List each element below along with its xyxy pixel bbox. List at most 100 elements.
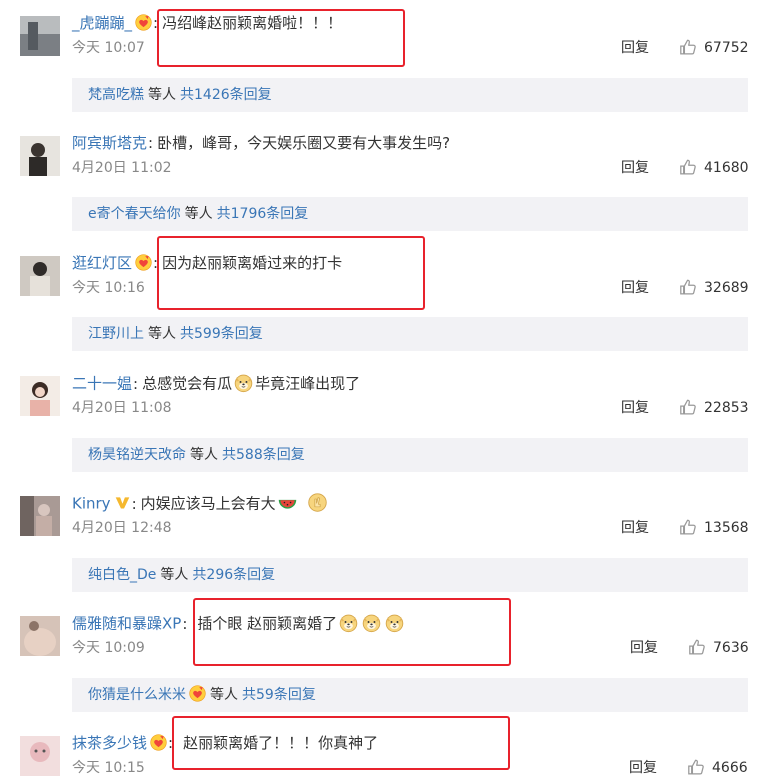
comment-time: 今天 10:07 bbox=[72, 40, 145, 56]
comment-text: 冯绍峰赵丽颖离婚啦！！！ bbox=[162, 14, 343, 32]
like-count: 67752 bbox=[704, 40, 749, 56]
thumbs-up-icon bbox=[687, 758, 705, 776]
thumbs-up-icon bbox=[679, 278, 697, 296]
username-link[interactable]: 逛红灯区 bbox=[72, 254, 132, 272]
heart-badge-icon bbox=[150, 734, 167, 751]
reply-user-link[interactable]: e寄个春天给你 bbox=[88, 206, 181, 222]
avatar[interactable] bbox=[20, 736, 60, 776]
like-button[interactable]: 4666 bbox=[687, 756, 748, 780]
reply-count-link[interactable]: 共296条回复 bbox=[192, 567, 275, 583]
peace-emoji-icon bbox=[307, 492, 328, 513]
like-button[interactable]: 41680 bbox=[679, 156, 749, 180]
reply-button[interactable]: 回复 bbox=[621, 518, 649, 538]
thumbs-up-icon bbox=[688, 638, 706, 656]
reply-button[interactable]: 回复 bbox=[621, 278, 649, 298]
reply-user-link[interactable]: 你猜是什么米米 bbox=[88, 687, 186, 703]
doge-emoji-icon bbox=[384, 612, 405, 633]
comment-text: 总感觉会有瓜 bbox=[142, 374, 233, 393]
reply-button[interactable]: 回复 bbox=[629, 758, 657, 778]
comment-item: _虎蹦蹦_: 冯绍峰赵丽颖离婚啦！！！ 今天 10:07 回复 67752 梵高吃… bbox=[0, 0, 760, 120]
reply-button[interactable]: 回复 bbox=[630, 638, 658, 658]
heart-badge-icon bbox=[189, 685, 206, 702]
comment-item: 二十一媪: 总感觉会有瓜 毕竟汪峰出现了 4月20日 11:08 回复 22853 … bbox=[0, 360, 760, 480]
like-count: 41680 bbox=[704, 160, 749, 176]
like-button[interactable]: 67752 bbox=[679, 36, 749, 60]
reply-summary[interactable]: 纯白色_De 等人 共296条回复 bbox=[72, 558, 748, 592]
heart-badge-icon bbox=[135, 14, 152, 31]
like-count: 22853 bbox=[704, 400, 749, 416]
like-button[interactable]: 32689 bbox=[679, 276, 749, 300]
like-count: 32689 bbox=[704, 280, 749, 296]
comment-text: 毕竟汪峰出现了 bbox=[255, 374, 361, 393]
avatar[interactable] bbox=[20, 16, 60, 56]
thumbs-up-icon bbox=[679, 398, 697, 416]
comment-line: 阿宾斯塔克: 卧槽，峰哥，今天娱乐圈又要有大事发生吗? bbox=[72, 134, 451, 152]
reply-count-link[interactable]: 共59条回复 bbox=[242, 687, 316, 703]
reply-count-link[interactable]: 共588条回复 bbox=[222, 447, 305, 463]
like-count: 7636 bbox=[713, 640, 749, 656]
comment-time: 4月20日 11:08 bbox=[72, 400, 172, 416]
thumbs-up-icon bbox=[679, 38, 697, 56]
username-link[interactable]: _虎蹦蹦_ bbox=[72, 14, 132, 32]
comment-time: 4月20日 12:48 bbox=[72, 520, 172, 536]
reply-user-link[interactable]: 纯白色_De bbox=[88, 567, 156, 583]
username-link[interactable]: 二十一媪 bbox=[72, 375, 132, 393]
reply-user-link[interactable]: 江野川上 bbox=[88, 326, 144, 342]
reply-summary[interactable]: 梵高吃糕 等人 共1426条回复 bbox=[72, 78, 748, 112]
comment-item: Kinry: 内娱应该马上会有大 4月20日 12:48 回复 13568 纯白色… bbox=[0, 480, 760, 600]
like-count: 4666 bbox=[712, 760, 748, 776]
reply-summary[interactable]: 杨昊铭逆天改命 等人 共588条回复 bbox=[72, 438, 748, 472]
comment-line: 二十一媪: 总感觉会有瓜 毕竟汪峰出现了 bbox=[72, 372, 360, 394]
watermelon-emoji-icon bbox=[277, 492, 298, 513]
avatar[interactable] bbox=[20, 376, 60, 416]
doge-emoji-icon bbox=[361, 612, 382, 633]
reply-count-link[interactable]: 共599条回复 bbox=[180, 326, 263, 342]
comment-text: 插个眼 赵丽颖离婚了 bbox=[197, 614, 338, 633]
comment-item: 儒雅随和暴躁XP: 插个眼 赵丽颖离婚了 今天 10:09 回复 7636 你猜是… bbox=[0, 600, 760, 720]
reply-summary[interactable]: 江野川上 等人 共599条回复 bbox=[72, 317, 748, 351]
like-count: 13568 bbox=[704, 520, 749, 536]
thumbs-up-icon bbox=[679, 158, 697, 176]
comment-text: 卧槽，峰哥，今天娱乐圈又要有大事发生吗? bbox=[157, 134, 451, 152]
avatar[interactable] bbox=[20, 136, 60, 176]
reply-count-link[interactable]: 共1796条回复 bbox=[217, 206, 309, 222]
username-link[interactable]: 儒雅随和暴躁XP bbox=[72, 615, 181, 633]
reply-button[interactable]: 回复 bbox=[621, 38, 649, 58]
like-button[interactable]: 13568 bbox=[679, 516, 749, 540]
avatar[interactable] bbox=[20, 496, 60, 536]
comment-time: 今天 10:09 bbox=[72, 640, 145, 656]
comment-text: 内娱应该马上会有大 bbox=[140, 494, 276, 513]
doge-emoji-icon bbox=[233, 372, 254, 393]
like-button[interactable]: 22853 bbox=[679, 396, 749, 420]
reply-button[interactable]: 回复 bbox=[621, 158, 649, 178]
doge-emoji-icon bbox=[338, 612, 359, 633]
comment-time: 今天 10:15 bbox=[72, 760, 145, 776]
comment-item: 阿宾斯塔克: 卧槽，峰哥，今天娱乐圈又要有大事发生吗? 4月20日 11:02 回… bbox=[0, 120, 760, 240]
avatar[interactable] bbox=[20, 616, 60, 656]
comment-item: 抹茶多少钱: 赵丽颖离婚了！！！你真神了 今天 10:15 回复 4666 bbox=[0, 720, 760, 781]
v-badge-icon bbox=[114, 494, 131, 511]
comment-item: 逛红灯区: 因为赵丽颖离婚过来的打卡 今天 10:16 回复 32689 江野川上… bbox=[0, 240, 760, 360]
username-link[interactable]: 抹茶多少钱 bbox=[72, 734, 147, 752]
reply-count-link[interactable]: 共1426条回复 bbox=[180, 87, 272, 103]
reply-summary[interactable]: e寄个春天给你 等人 共1796条回复 bbox=[72, 197, 748, 231]
thumbs-up-icon bbox=[679, 518, 697, 536]
reply-user-link[interactable]: 杨昊铭逆天改命 bbox=[88, 447, 186, 463]
username-link[interactable]: Kinry bbox=[72, 495, 111, 513]
heart-badge-icon bbox=[135, 254, 152, 271]
comment-line: _虎蹦蹦_: 冯绍峰赵丽颖离婚啦！！！ bbox=[72, 14, 343, 32]
comment-line: Kinry: 内娱应该马上会有大 bbox=[72, 492, 329, 514]
comment-line: 逛红灯区: 因为赵丽颖离婚过来的打卡 bbox=[72, 254, 343, 272]
comment-line: 儒雅随和暴躁XP: 插个眼 赵丽颖离婚了 bbox=[72, 612, 406, 634]
username-link[interactable]: 阿宾斯塔克 bbox=[72, 134, 147, 152]
comment-time: 今天 10:16 bbox=[72, 280, 145, 296]
reply-button[interactable]: 回复 bbox=[621, 398, 649, 418]
reply-summary[interactable]: 你猜是什么米米 等人 共59条回复 bbox=[72, 678, 748, 712]
reply-user-link[interactable]: 梵高吃糕 bbox=[88, 87, 144, 103]
comment-text: 赵丽颖离婚了！！！你真神了 bbox=[183, 734, 379, 752]
comment-time: 4月20日 11:02 bbox=[72, 160, 172, 176]
like-button[interactable]: 7636 bbox=[688, 636, 749, 660]
comment-text: 因为赵丽颖离婚过来的打卡 bbox=[162, 254, 343, 272]
avatar[interactable] bbox=[20, 256, 60, 296]
comment-line: 抹茶多少钱: 赵丽颖离婚了！！！你真神了 bbox=[72, 734, 379, 752]
